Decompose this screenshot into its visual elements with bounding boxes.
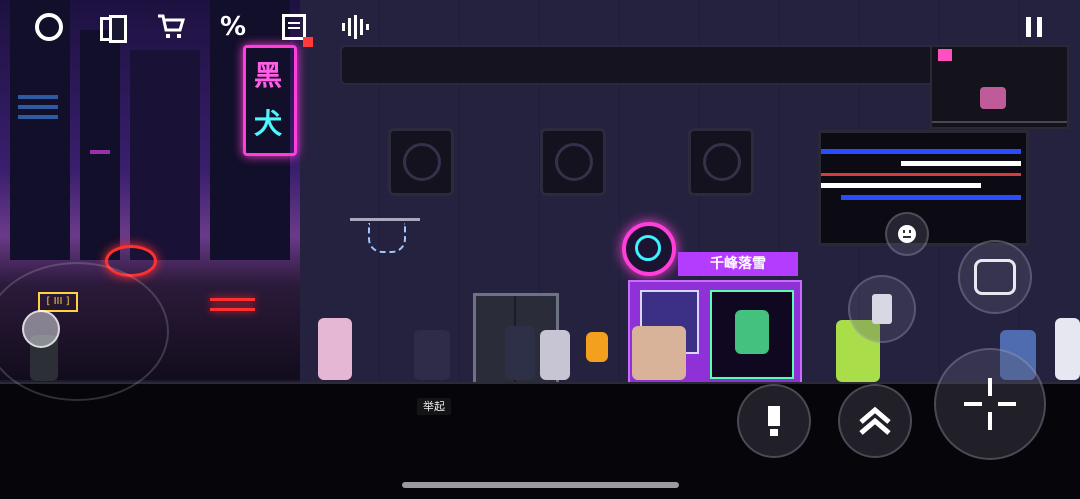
shop-emblem <box>622 222 676 276</box>
building <box>130 50 200 260</box>
smile-icon <box>898 225 916 243</box>
npc-character[interactable] <box>414 330 450 380</box>
vent-fan <box>688 128 754 196</box>
lit-window <box>18 105 58 109</box>
game-scene[interactable]: 黑 犬 [ III ] 千峰落雪 % 举起 <box>0 0 1080 499</box>
lit-window <box>18 115 58 119</box>
npc-character[interactable] <box>632 326 686 380</box>
interact-icon <box>768 406 780 436</box>
hologram-figure <box>735 310 769 354</box>
weapon-switch-button[interactable] <box>958 240 1032 314</box>
lit-window <box>18 95 58 99</box>
lit-window <box>90 150 110 154</box>
emote-button[interactable] <box>885 212 929 256</box>
attack-button[interactable] <box>934 348 1046 460</box>
calendar-gift-icon[interactable] <box>277 10 313 47</box>
action-tooltip: 举起 <box>417 398 451 415</box>
pause-icon[interactable] <box>1022 10 1046 44</box>
double-chevron-up-icon <box>859 406 891 435</box>
npc-character[interactable] <box>505 326 535 380</box>
gift-icon[interactable] <box>938 49 952 61</box>
shop-name-sign: 千峰落雪 <box>678 252 798 276</box>
vent-fan <box>540 128 606 196</box>
neon-glyph: 黑 <box>254 59 283 92</box>
joystick-knob[interactable] <box>22 310 60 348</box>
home-indicator[interactable] <box>402 482 679 488</box>
skill-button[interactable] <box>848 275 916 343</box>
circle-menu-icon[interactable] <box>32 10 66 44</box>
interact-button[interactable] <box>737 384 811 458</box>
minimap-character <box>980 87 1006 109</box>
cards-icon[interactable] <box>95 10 129 44</box>
jump-button[interactable] <box>838 384 912 458</box>
voice-icon[interactable] <box>338 10 372 44</box>
neon-glyph: 犬 <box>254 107 283 140</box>
neon-sign-vertical: 黑 犬 <box>243 45 297 156</box>
crosshair-icon <box>964 378 1016 430</box>
npc-character[interactable] <box>1055 318 1080 380</box>
minimap-panel[interactable] <box>930 45 1069 129</box>
neon-bar <box>210 308 255 311</box>
vent-fan <box>388 128 454 196</box>
skill-icon <box>872 294 892 324</box>
shop-cart-icon[interactable] <box>154 10 188 44</box>
npc-pink-hair[interactable] <box>318 318 352 380</box>
basketball-hoop <box>350 218 420 257</box>
npc-character[interactable] <box>540 330 570 380</box>
wall-pipe <box>340 45 994 85</box>
percent-discount-icon[interactable]: % <box>216 10 250 44</box>
building <box>80 30 120 260</box>
pet-creature[interactable] <box>586 332 608 362</box>
neon-bar <box>210 298 255 301</box>
